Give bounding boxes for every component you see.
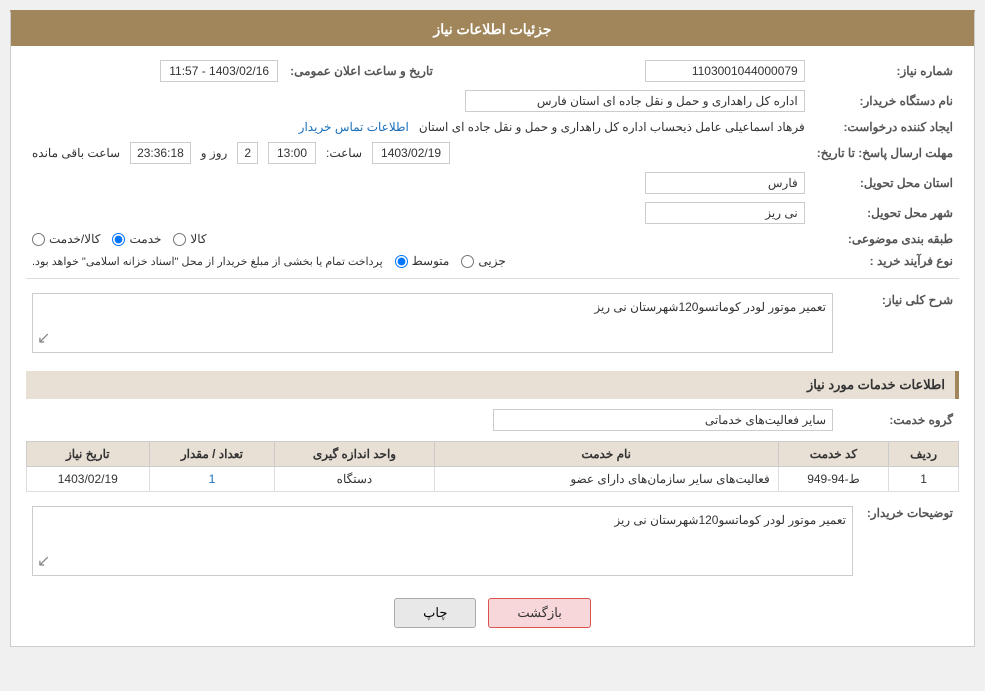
- purchase-type-label: نوع فرآیند خرید :: [811, 250, 959, 272]
- col-date: تاریخ نیاز: [27, 442, 150, 467]
- province-value: فارس: [645, 172, 805, 194]
- deadline-label: مهلت ارسال پاسخ: تا تاریخ:: [811, 138, 959, 168]
- purchase-jozi-label: جزیی: [478, 254, 505, 268]
- purchase-jozi: جزیی: [461, 254, 505, 268]
- service-group-label: گروه خدمت:: [839, 405, 959, 435]
- col-code: کد خدمت: [778, 442, 888, 467]
- description-label: شرح کلی نیاز:: [839, 285, 959, 361]
- radio-motavasset[interactable]: [395, 255, 408, 268]
- purchase-motavasset-label: متوسط: [412, 254, 450, 268]
- description-table: شرح کلی نیاز: تعمیر موتور لودر کوماتسو12…: [26, 285, 959, 361]
- deadline-date: 1403/02/19: [372, 142, 450, 164]
- description-value: تعمیر موتور لودر کوماتسو120شهرستان نی ری…: [594, 300, 826, 314]
- cell-quantity: 1: [149, 467, 275, 492]
- remaining-time-label: ساعت باقی مانده: [32, 146, 120, 160]
- buyer-org-value: اداره کل راهداری و حمل و نقل جاده ای است…: [465, 90, 805, 112]
- table-row: 1 ط-94-949 فعالیت‌های سایر سازمان‌های دا…: [27, 467, 959, 492]
- buyer-description-table: توضیحات خریدار: تعمیر موتور لودر کوماتسو…: [26, 498, 959, 584]
- radio-jozi[interactable]: [461, 255, 474, 268]
- service-group-table: گروه خدمت: سایر فعالیت‌های خدماتی: [26, 405, 959, 435]
- deadline-time-label: ساعت:: [326, 146, 362, 160]
- description-box: تعمیر موتور لودر کوماتسو120شهرستان نی ری…: [32, 293, 833, 353]
- remaining-days-label: روز و: [201, 146, 228, 160]
- cell-code: ط-94-949: [778, 467, 888, 492]
- buyer-org-label: نام دستگاه خریدار:: [811, 86, 959, 116]
- info-table-top: شماره نیاز: 1103001044000079 تاریخ و ساع…: [26, 56, 959, 272]
- desc-arrow-icon: ↙: [37, 328, 50, 348]
- city-label: شهر محل تحویل:: [811, 198, 959, 228]
- buyer-description-label: توضیحات خریدار:: [859, 498, 959, 584]
- announce-value: 1403/02/16 - 11:57: [160, 60, 278, 82]
- services-section-title: اطلاعات خدمات مورد نیاز: [26, 371, 959, 399]
- category-kala-label: کالا: [190, 232, 206, 246]
- creator-contact-link[interactable]: اطلاعات تماس خریدار: [299, 120, 409, 134]
- creator-name: فرهاد اسماعیلی عامل ذیحساب اداره کل راهد…: [419, 120, 805, 134]
- col-unit: واحد اندازه گیری: [275, 442, 434, 467]
- deadline-time: 13:00: [268, 142, 316, 164]
- category-khedmat: خدمت: [112, 232, 161, 246]
- purchase-motavasset: متوسط: [395, 254, 450, 268]
- button-row: بازگشت چاپ: [26, 598, 959, 628]
- print-button[interactable]: چاپ: [394, 598, 476, 628]
- creator-label: ایجاد کننده درخواست:: [811, 116, 959, 138]
- request-number-label: شماره نیاز:: [811, 56, 959, 86]
- card-body: شماره نیاز: 1103001044000079 تاریخ و ساع…: [11, 46, 974, 646]
- buyer-desc-arrow-icon: ↙: [37, 551, 50, 571]
- card-header: جزئیات اطلاعات نیاز: [11, 13, 974, 46]
- category-khedmat-label: خدمت: [129, 232, 161, 246]
- city-value: نی ریز: [645, 202, 805, 224]
- cell-name: فعالیت‌های سایر سازمان‌های دارای عضو: [434, 467, 778, 492]
- announce-label: تاریخ و ساعت اعلان عمومی:: [284, 56, 439, 86]
- col-name: نام خدمت: [434, 442, 778, 467]
- page-wrapper: جزئیات اطلاعات نیاز شماره نیاز: 11030010…: [0, 0, 985, 691]
- cell-row: 1: [889, 467, 959, 492]
- col-quantity: تعداد / مقدار: [149, 442, 275, 467]
- request-number-value: 1103001044000079: [645, 60, 805, 82]
- radio-kala[interactable]: [173, 233, 186, 246]
- cell-date: 1403/02/19: [27, 467, 150, 492]
- main-card: جزئیات اطلاعات نیاز شماره نیاز: 11030010…: [10, 10, 975, 647]
- col-row: ردیف: [889, 442, 959, 467]
- service-group-value: سایر فعالیت‌های خدماتی: [493, 409, 833, 431]
- page-title: جزئیات اطلاعات نیاز: [433, 21, 551, 37]
- cell-unit: دستگاه: [275, 467, 434, 492]
- remaining-time: 23:36:18: [130, 142, 191, 164]
- buyer-description-box: تعمیر موتور لودر کوماتسو120شهرستان نی ری…: [32, 506, 853, 576]
- back-button[interactable]: بازگشت: [488, 598, 590, 628]
- buyer-description-value: تعمیر موتور لودر کوماتسو120شهرستان نی ری…: [614, 513, 846, 527]
- category-label: طبقه بندی موضوعی:: [811, 228, 959, 250]
- category-kala-khedmat: کالا/خدمت: [32, 232, 100, 246]
- divider-1: [26, 278, 959, 279]
- category-kala: کالا: [173, 232, 206, 246]
- services-data-table: ردیف کد خدمت نام خدمت واحد اندازه گیری ت…: [26, 441, 959, 492]
- radio-khedmat[interactable]: [112, 233, 125, 246]
- purchase-type-note: پرداخت تمام یا بخشی از مبلغ خریدار از مح…: [32, 255, 383, 268]
- remaining-days: 2: [237, 142, 258, 164]
- radio-kala-khedmat[interactable]: [32, 233, 45, 246]
- province-label: استان محل تحویل:: [811, 168, 959, 198]
- category-kala-khedmat-label: کالا/خدمت: [49, 232, 100, 246]
